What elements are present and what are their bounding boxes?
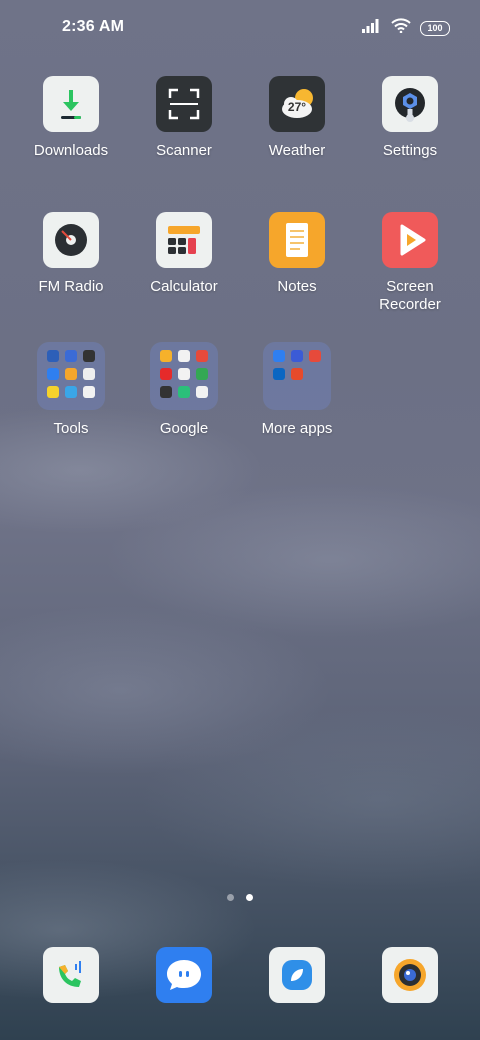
calculator-icon [156,212,212,268]
app-label: Notes [277,278,317,295]
tools-mini-app-icon [83,368,95,380]
google-mini-app-icon [196,368,208,380]
screen-recorder-icon [382,212,438,268]
battery-icon: 100 [420,20,450,36]
app-scanner[interactable]: Scanner [128,76,240,160]
google-mini-app-icon [160,368,172,380]
folder-icon [37,342,105,410]
tools-mini-app-icon [65,386,77,398]
app-fm-radio[interactable]: FM Radio [15,212,127,296]
google-mini-app-icon [196,386,208,398]
scanner-icon [156,76,212,132]
tools-mini-app-icon [47,386,59,398]
tools-mini-app-icon [47,350,59,362]
tools-mini-app-icon [65,350,77,362]
app-label: Weather [268,142,326,159]
radio-icon [43,212,99,268]
dock [0,947,480,1003]
more-mini-app-icon [291,368,303,380]
more-mini-app-icon [273,368,285,380]
app-label: Downloads [33,142,109,159]
google-mini-app-icon [160,350,172,362]
app-downloads[interactable]: Downloads [15,76,127,160]
more-mini-app-icon [291,350,303,362]
folder-google[interactable]: Google [128,342,240,438]
page-dot[interactable] [227,894,234,901]
app-label: Screen Recorder [379,278,441,313]
app-notes[interactable]: Notes [241,212,353,296]
folder-label: More apps [261,420,333,437]
folder-label: Google [159,420,209,437]
camera-icon[interactable] [382,947,438,1003]
folder-more-apps[interactable]: More apps [241,342,353,438]
app-label: Calculator [150,278,218,295]
more-mini-app-icon [273,350,285,362]
browser-icon[interactable] [269,947,325,1003]
folder-icon [150,342,218,410]
app-calculator[interactable]: Calculator [128,212,240,296]
phone-icon[interactable] [43,947,99,1003]
app-label: Scanner [156,142,212,159]
weather-temperature: 27° [287,100,307,114]
wifi-icon [391,18,411,38]
google-mini-app-icon [178,350,190,362]
settings-icon [382,76,438,132]
page-dot-active[interactable] [246,894,253,901]
google-mini-app-icon [178,368,190,380]
google-mini-app-icon [178,386,190,398]
folder-icon [263,342,331,410]
status-icons: 100 [362,18,450,38]
signal-icon [362,18,382,38]
tools-mini-app-icon [83,386,95,398]
messages-icon[interactable] [156,947,212,1003]
google-mini-app-icon [196,350,208,362]
folder-tools[interactable]: Tools [15,342,127,438]
status-bar: 2:36 AM 100 [0,0,480,56]
app-settings[interactable]: Settings [354,76,466,160]
weather-icon: 27° [269,76,325,132]
google-mini-app-icon [160,386,172,398]
app-label: Settings [382,142,438,159]
more-mini-app-icon [309,350,321,362]
folder-label: Tools [53,420,89,437]
tools-mini-app-icon [47,368,59,380]
tools-mini-app-icon [83,350,95,362]
app-label: FM Radio [38,278,104,295]
status-time: 2:36 AM [62,18,125,35]
notes-icon [269,212,325,268]
app-screen-recorder[interactable]: Screen Recorder [354,212,466,314]
tools-mini-app-icon [65,368,77,380]
download-icon [43,76,99,132]
page-indicator [0,894,480,901]
app-weather[interactable]: 27° Weather [241,76,353,160]
